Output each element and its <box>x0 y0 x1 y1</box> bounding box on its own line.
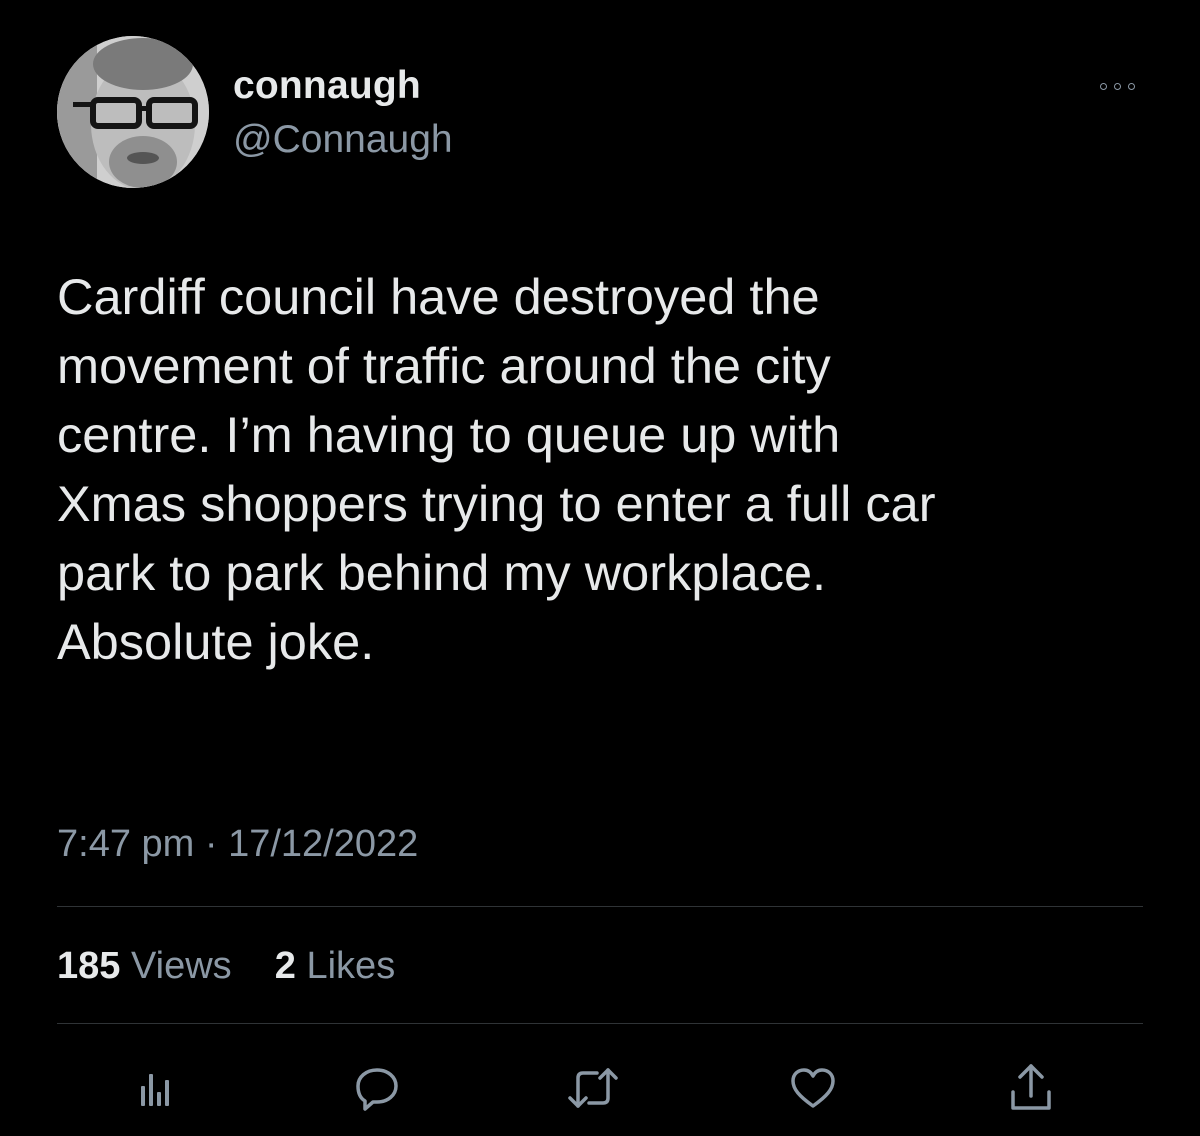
handle[interactable]: @Connaugh <box>233 118 453 162</box>
views-count: 185 <box>57 945 121 987</box>
tweet-date: 17/12/2022 <box>228 823 419 865</box>
tweet-text: Cardiff council have destroyed the movem… <box>57 268 936 670</box>
author-names: connaugh @Connaugh <box>233 64 453 162</box>
tweet-stats: 185 Views 2 Likes <box>57 942 395 990</box>
reply-icon <box>356 1068 398 1111</box>
action-bar <box>125 1058 1065 1118</box>
more-dot <box>1127 82 1135 90</box>
likes-stat[interactable]: 2 Likes <box>264 945 395 987</box>
more-options-icon[interactable] <box>1095 76 1139 96</box>
avatar[interactable] <box>57 36 209 188</box>
retweet-button[interactable] <box>563 1058 623 1118</box>
retweet-icon <box>568 1068 618 1108</box>
display-name[interactable]: connaugh <box>233 64 453 108</box>
like-icon <box>791 1068 835 1108</box>
share-icon <box>1011 1064 1051 1110</box>
timestamp-separator: · <box>204 823 218 865</box>
likes-label: Likes <box>306 945 396 987</box>
tweet-time: 7:47 pm <box>57 823 195 865</box>
divider-top <box>57 906 1143 907</box>
divider-bottom <box>57 1023 1143 1024</box>
reply-button[interactable] <box>347 1058 407 1118</box>
share-button[interactable] <box>1001 1058 1061 1118</box>
views-stat[interactable]: 185 Views <box>57 945 242 987</box>
tweet: connaugh @Connaugh Cardiff council have … <box>0 0 1200 1136</box>
tweet-header: connaugh @Connaugh <box>57 36 1147 190</box>
analytics-button[interactable] <box>125 1058 185 1118</box>
likes-count: 2 <box>274 945 296 987</box>
timestamp[interactable]: 7:47 pm · 17/12/2022 <box>57 820 418 868</box>
like-button[interactable] <box>783 1058 843 1118</box>
more-dot <box>1099 82 1107 90</box>
avatar-image <box>57 36 209 188</box>
views-label: Views <box>130 945 232 987</box>
more-dot <box>1113 82 1121 90</box>
analytics-icon <box>141 1074 169 1106</box>
